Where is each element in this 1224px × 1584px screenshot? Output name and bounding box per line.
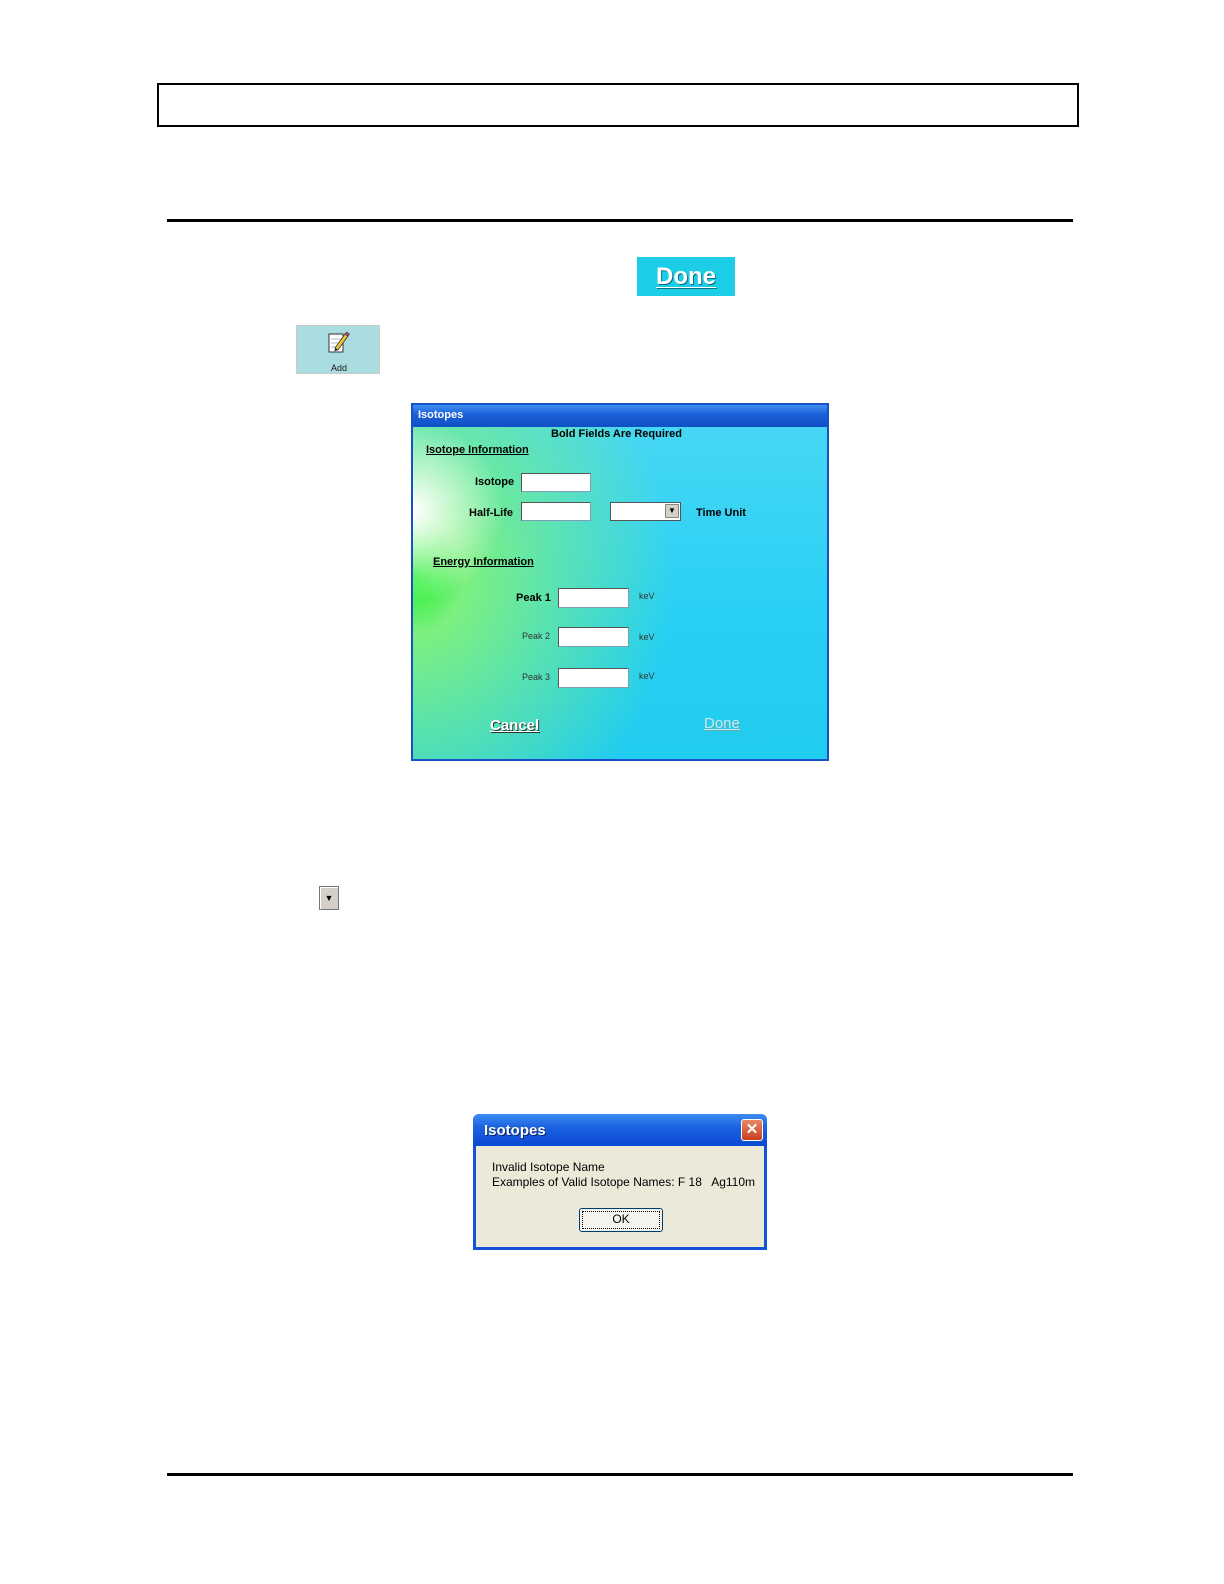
time-unit-select[interactable]: ▼: [610, 502, 681, 521]
notepad-pencil-icon: [328, 331, 350, 353]
peak-1-label: Peak 1: [516, 592, 551, 604]
dialog-done-button[interactable]: Done: [704, 715, 740, 732]
cancel-button[interactable]: Cancel: [490, 717, 539, 734]
message-title: Isotopes: [484, 1122, 546, 1139]
isotope-input[interactable]: [521, 473, 591, 492]
isotope-label: Isotope: [475, 476, 515, 488]
message-line-2: Examples of Valid Isotope Names: F 18 Ag…: [492, 1175, 756, 1189]
peak-2-input[interactable]: [558, 627, 629, 647]
done-button-label: Done: [656, 262, 716, 290]
top-rule: [167, 219, 1073, 222]
dialog-title: Isotopes: [418, 409, 464, 421]
peak-2-label: Peak 2: [522, 631, 551, 641]
dropdown-arrow-icon[interactable]: ▼: [319, 886, 339, 910]
half-life-label: Half-Life: [469, 507, 513, 519]
dialog-title-bar[interactable]: [413, 405, 827, 427]
add-button-label: Add: [330, 363, 347, 373]
ok-button[interactable]: OK: [579, 1208, 663, 1232]
invalid-isotope-dialog: Isotopes ✕ Invalid Isotope Name Examples…: [473, 1114, 767, 1250]
energy-information-heading: Energy Information: [433, 556, 534, 568]
isotopes-dialog: Isotopes Bold Fields Are Required Isotop…: [411, 403, 829, 761]
bottom-rule: [167, 1473, 1073, 1476]
peak-3-label: Peak 3: [522, 672, 551, 682]
page-header-box: [157, 83, 1079, 127]
dropdown-arrow-icon[interactable]: ▼: [665, 504, 679, 518]
half-life-input[interactable]: [521, 502, 591, 521]
peak-1-unit: keV: [639, 591, 655, 601]
close-icon[interactable]: ✕: [741, 1119, 763, 1141]
time-unit-label: Time Unit: [696, 507, 746, 519]
required-fields-note: Bold Fields Are Required: [551, 428, 683, 440]
peak-2-unit: keV: [639, 632, 655, 642]
done-button[interactable]: Done: [637, 257, 735, 296]
peak-1-input[interactable]: [558, 588, 629, 608]
add-button[interactable]: Add: [296, 325, 380, 374]
peak-3-unit: keV: [639, 671, 655, 681]
isotope-information-heading: Isotope Information: [426, 444, 529, 456]
message-line-1: Invalid Isotope Name: [492, 1160, 605, 1174]
peak-3-input[interactable]: [558, 668, 629, 688]
